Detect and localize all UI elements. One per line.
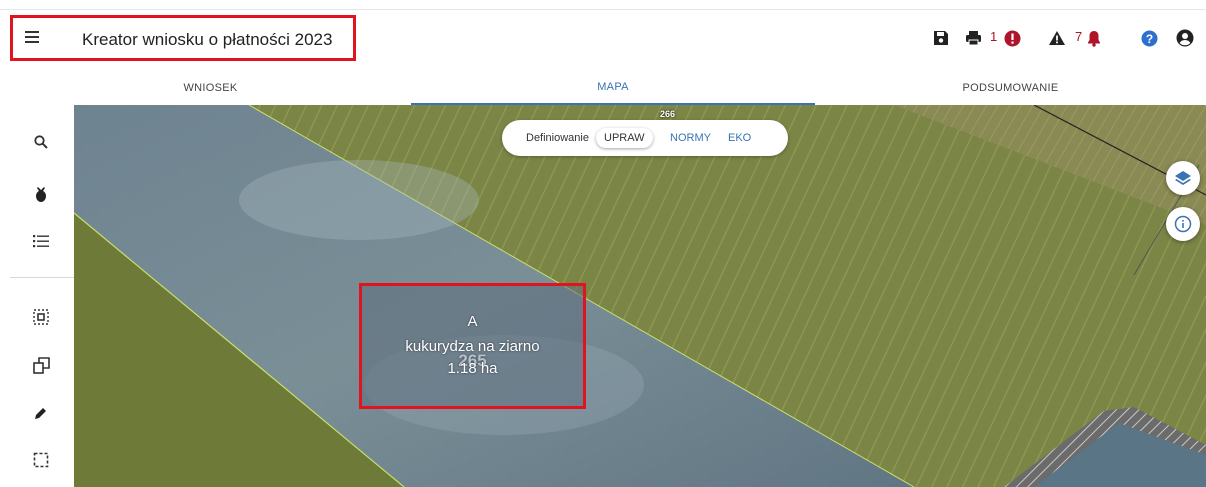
map-view[interactable]: 266 Definiowanie UPRAW NORMY EKO A 265 k… xyxy=(74,105,1206,487)
tab-wniosek[interactable]: WNIOSEK xyxy=(10,70,411,105)
crop-label-highlight[interactable]: A 265 kukurydza na ziarno 1.18 ha xyxy=(359,283,586,409)
top-divider xyxy=(0,9,1206,10)
aerial-imagery xyxy=(74,105,1206,487)
draw-rectangle-icon[interactable] xyxy=(26,445,56,475)
help-icon[interactable]: ? xyxy=(1138,26,1160,50)
tab-mapa[interactable]: MAPA xyxy=(411,70,815,105)
crop-plant-icon[interactable] xyxy=(26,179,56,209)
definition-mode-selector: Definiowanie UPRAW NORMY EKO xyxy=(502,120,788,156)
tab-bar: WNIOSEK MAPA PODSUMOWANIE xyxy=(10,70,1206,105)
tab-podsumowanie[interactable]: PODSUMOWANIE xyxy=(815,70,1206,105)
list-icon[interactable] xyxy=(26,226,56,256)
error-icon[interactable] xyxy=(1001,26,1023,50)
crop-name: kukurydza na ziarno xyxy=(405,338,540,355)
map-tools-sidebar xyxy=(10,105,74,487)
print-icon[interactable] xyxy=(962,26,984,50)
warning-count: 7 xyxy=(1075,29,1083,44)
print-count: 1 xyxy=(990,29,998,44)
info-icon[interactable] xyxy=(1166,207,1200,241)
option-eko[interactable]: EKO xyxy=(720,128,759,148)
warning-icon[interactable] xyxy=(1046,26,1068,50)
search-icon[interactable] xyxy=(26,127,56,157)
crop-code: A xyxy=(467,313,478,330)
copy-shape-icon[interactable] xyxy=(26,350,56,380)
crop-area: 1.18 ha xyxy=(447,360,498,377)
option-upraw[interactable]: UPRAW xyxy=(596,128,653,148)
page-title: Kreator wniosku o płatności 2023 xyxy=(82,30,333,49)
option-normy[interactable]: NORMY xyxy=(662,128,719,148)
definition-label: Definiowanie xyxy=(526,132,589,144)
sidebar-divider xyxy=(10,277,74,278)
select-area-icon[interactable] xyxy=(26,302,56,332)
parcel-number-top: 266 xyxy=(660,109,676,119)
save-icon[interactable] xyxy=(930,26,952,50)
layers-icon[interactable] xyxy=(1166,161,1200,195)
bell-icon[interactable] xyxy=(1083,26,1105,50)
user-account-icon[interactable] xyxy=(1174,26,1196,50)
pencil-edit-icon[interactable] xyxy=(26,398,56,428)
svg-text:?: ? xyxy=(1145,32,1152,46)
top-bar: Kreator wniosku o płatności 2023 1 7 ? xyxy=(0,0,1206,70)
